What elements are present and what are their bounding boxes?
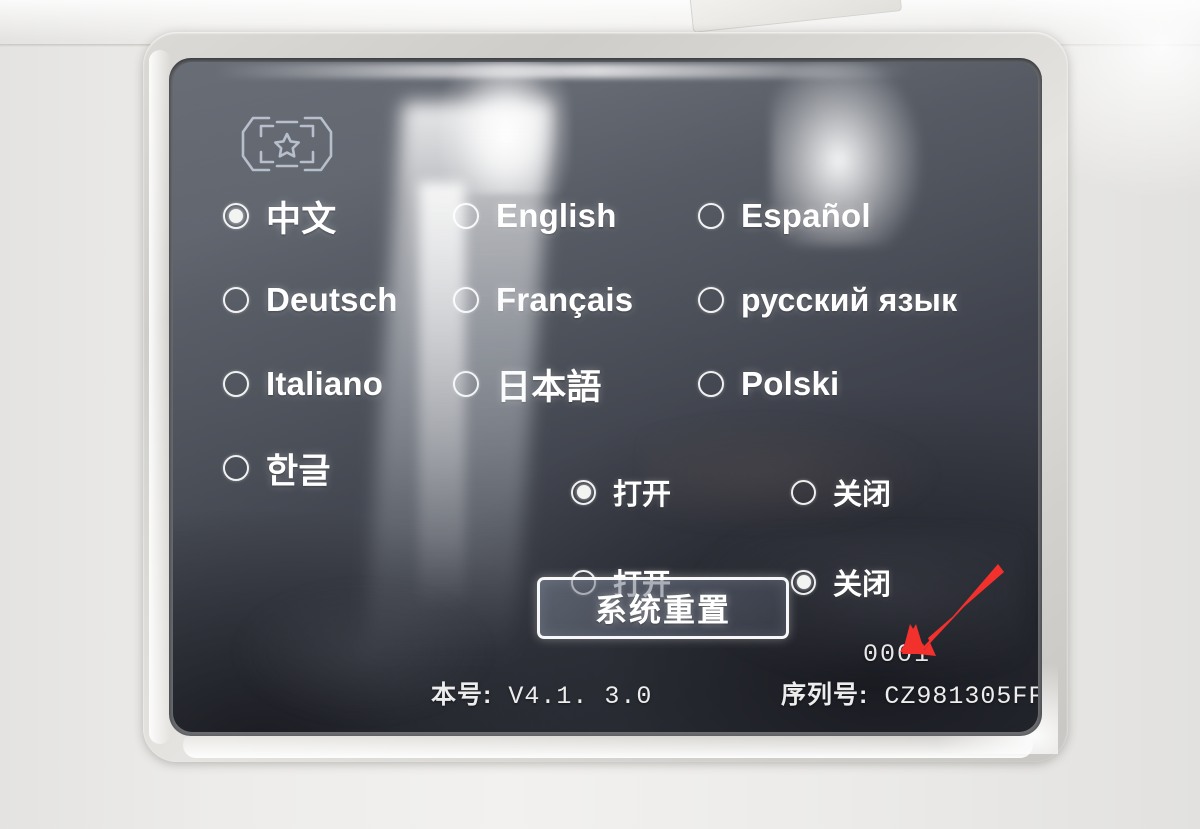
radio-icon-spanish[interactable] xyxy=(698,203,724,229)
device-code: 0001 xyxy=(863,640,932,669)
firmware-version-label: 本号: xyxy=(431,681,493,709)
language-label: русский язык xyxy=(741,281,958,318)
system-reset-button[interactable]: 系统重置 xyxy=(537,577,789,639)
language-option-polish[interactable]: Polski xyxy=(698,365,1018,403)
radio-icon-off[interactable] xyxy=(791,569,816,595)
radio-icon-chinese[interactable] xyxy=(223,203,249,229)
toggle-row-first: 打开 关闭 xyxy=(571,447,1031,537)
language-label: Polski xyxy=(741,365,840,402)
serial-number-label: 序列号: xyxy=(781,681,869,709)
language-row: Italiano 日本語 Polski xyxy=(223,342,1033,426)
language-label: Deutsch xyxy=(266,281,398,318)
radio-icon-russian[interactable] xyxy=(698,287,724,313)
radio-icon-polish[interactable] xyxy=(698,371,724,397)
screen-glare-streak-core xyxy=(419,182,465,612)
language-label: Italiano xyxy=(266,365,384,402)
serial-number: 序列号: CZ981305FF04FFFF xyxy=(781,675,1038,711)
toggle-first-off[interactable]: 关闭 xyxy=(791,471,1011,513)
device-bezel: 中文 English Español xyxy=(143,32,1068,762)
radio-icon-korean[interactable] xyxy=(223,455,249,481)
toggle-first-on[interactable]: 打开 xyxy=(571,471,791,513)
screen-glare-secondary xyxy=(771,62,921,246)
system-reset-label: 系统重置 xyxy=(594,592,731,628)
hex-bracket-star-icon xyxy=(241,116,333,172)
firmware-version-value: V4.1. 3.0 xyxy=(508,682,653,711)
radio-icon-italian[interactable] xyxy=(223,371,249,397)
serial-number-value: CZ981305FF04FFFF xyxy=(884,682,1038,711)
photo-scene: 中文 English Español xyxy=(0,0,1200,829)
radio-icon-on[interactable] xyxy=(571,479,596,505)
screen-inner-rim: 中文 English Español xyxy=(169,58,1042,736)
radio-icon-german[interactable] xyxy=(223,287,249,313)
radio-icon-off[interactable] xyxy=(791,479,816,505)
firmware-version: 本号: V4.1. 3.0 xyxy=(431,675,652,711)
language-row: Deutsch Français русский язык xyxy=(223,258,1033,342)
toggle-label: 关闭 xyxy=(833,479,892,511)
language-option-russian[interactable]: русский язык xyxy=(698,282,1018,319)
toggle-label: 关闭 xyxy=(833,569,892,601)
language-label: 한글 xyxy=(266,451,331,491)
bezel-left-highlight xyxy=(149,50,171,744)
toggle-second-off[interactable]: 关闭 xyxy=(791,561,1011,603)
language-label: 中文 xyxy=(266,199,337,239)
toggle-label: 打开 xyxy=(613,479,672,511)
device-screen[interactable]: 中文 English Español xyxy=(173,62,1038,732)
